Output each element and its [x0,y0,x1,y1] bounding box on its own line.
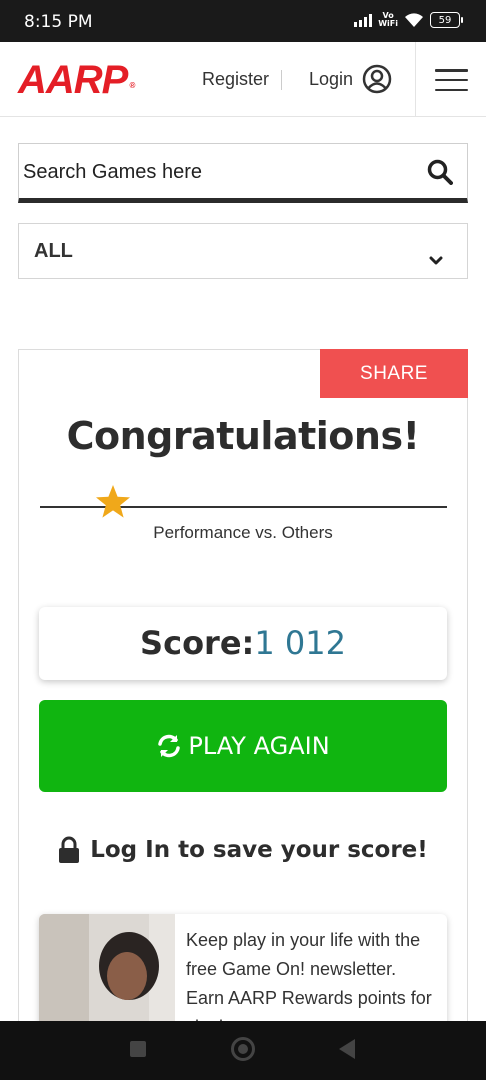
score-label: Score: [140,624,255,662]
logo-text: AARP [18,58,128,102]
congratulations-title: Congratulations! [66,414,420,458]
user-circle-icon[interactable] [362,64,392,94]
login-to-save-label: Log In to save your score! [90,837,428,863]
battery-level: 59 [438,14,452,26]
header-divider [281,70,282,90]
search-input[interactable]: Search Games here [23,161,202,184]
vowifi-indicator: Vo WiFi [378,12,398,28]
menu-separator [415,42,416,117]
home-button[interactable] [231,1037,255,1061]
login-link[interactable]: Login [309,69,353,90]
share-button[interactable]: SHARE [320,349,468,398]
back-button[interactable] [339,1039,355,1059]
battery-icon: 59 [430,12,463,28]
score-value: 1 012 [254,624,346,662]
play-again-label: PLAY AGAIN [188,732,330,760]
performance-label: Performance vs. Others [153,523,333,542]
refresh-icon [158,734,181,758]
hamburger-menu-icon[interactable] [435,69,468,91]
search-box[interactable]: Search Games here [18,143,468,203]
site-header: AARP ® Register Login [0,42,486,117]
login-to-save-link[interactable]: Log In to save your score! [18,836,468,864]
system-navigation-bar [0,1021,486,1080]
score-box: Score:1 012 [39,607,447,680]
star-icon [96,485,131,518]
chevron-down-icon [429,256,443,265]
category-selected: ALL [34,240,73,262]
play-again-button[interactable]: PLAY AGAIN [39,700,447,792]
lock-icon [59,836,80,863]
status-time: 8:15 PM [24,12,93,32]
wifi-icon [405,13,423,27]
wifi-label: WiFi [378,19,398,28]
status-bar: 8:15 PM Vo WiFi 59 [0,0,486,42]
signal-icon [354,13,373,27]
status-icons: Vo WiFi 59 [354,12,463,28]
aarp-logo[interactable]: AARP ® [18,58,135,102]
registered-mark: ® [129,81,135,90]
search-icon[interactable] [427,159,453,185]
recents-button[interactable] [130,1041,146,1057]
register-link[interactable]: Register [202,69,269,90]
category-select[interactable]: ALL [18,223,468,279]
